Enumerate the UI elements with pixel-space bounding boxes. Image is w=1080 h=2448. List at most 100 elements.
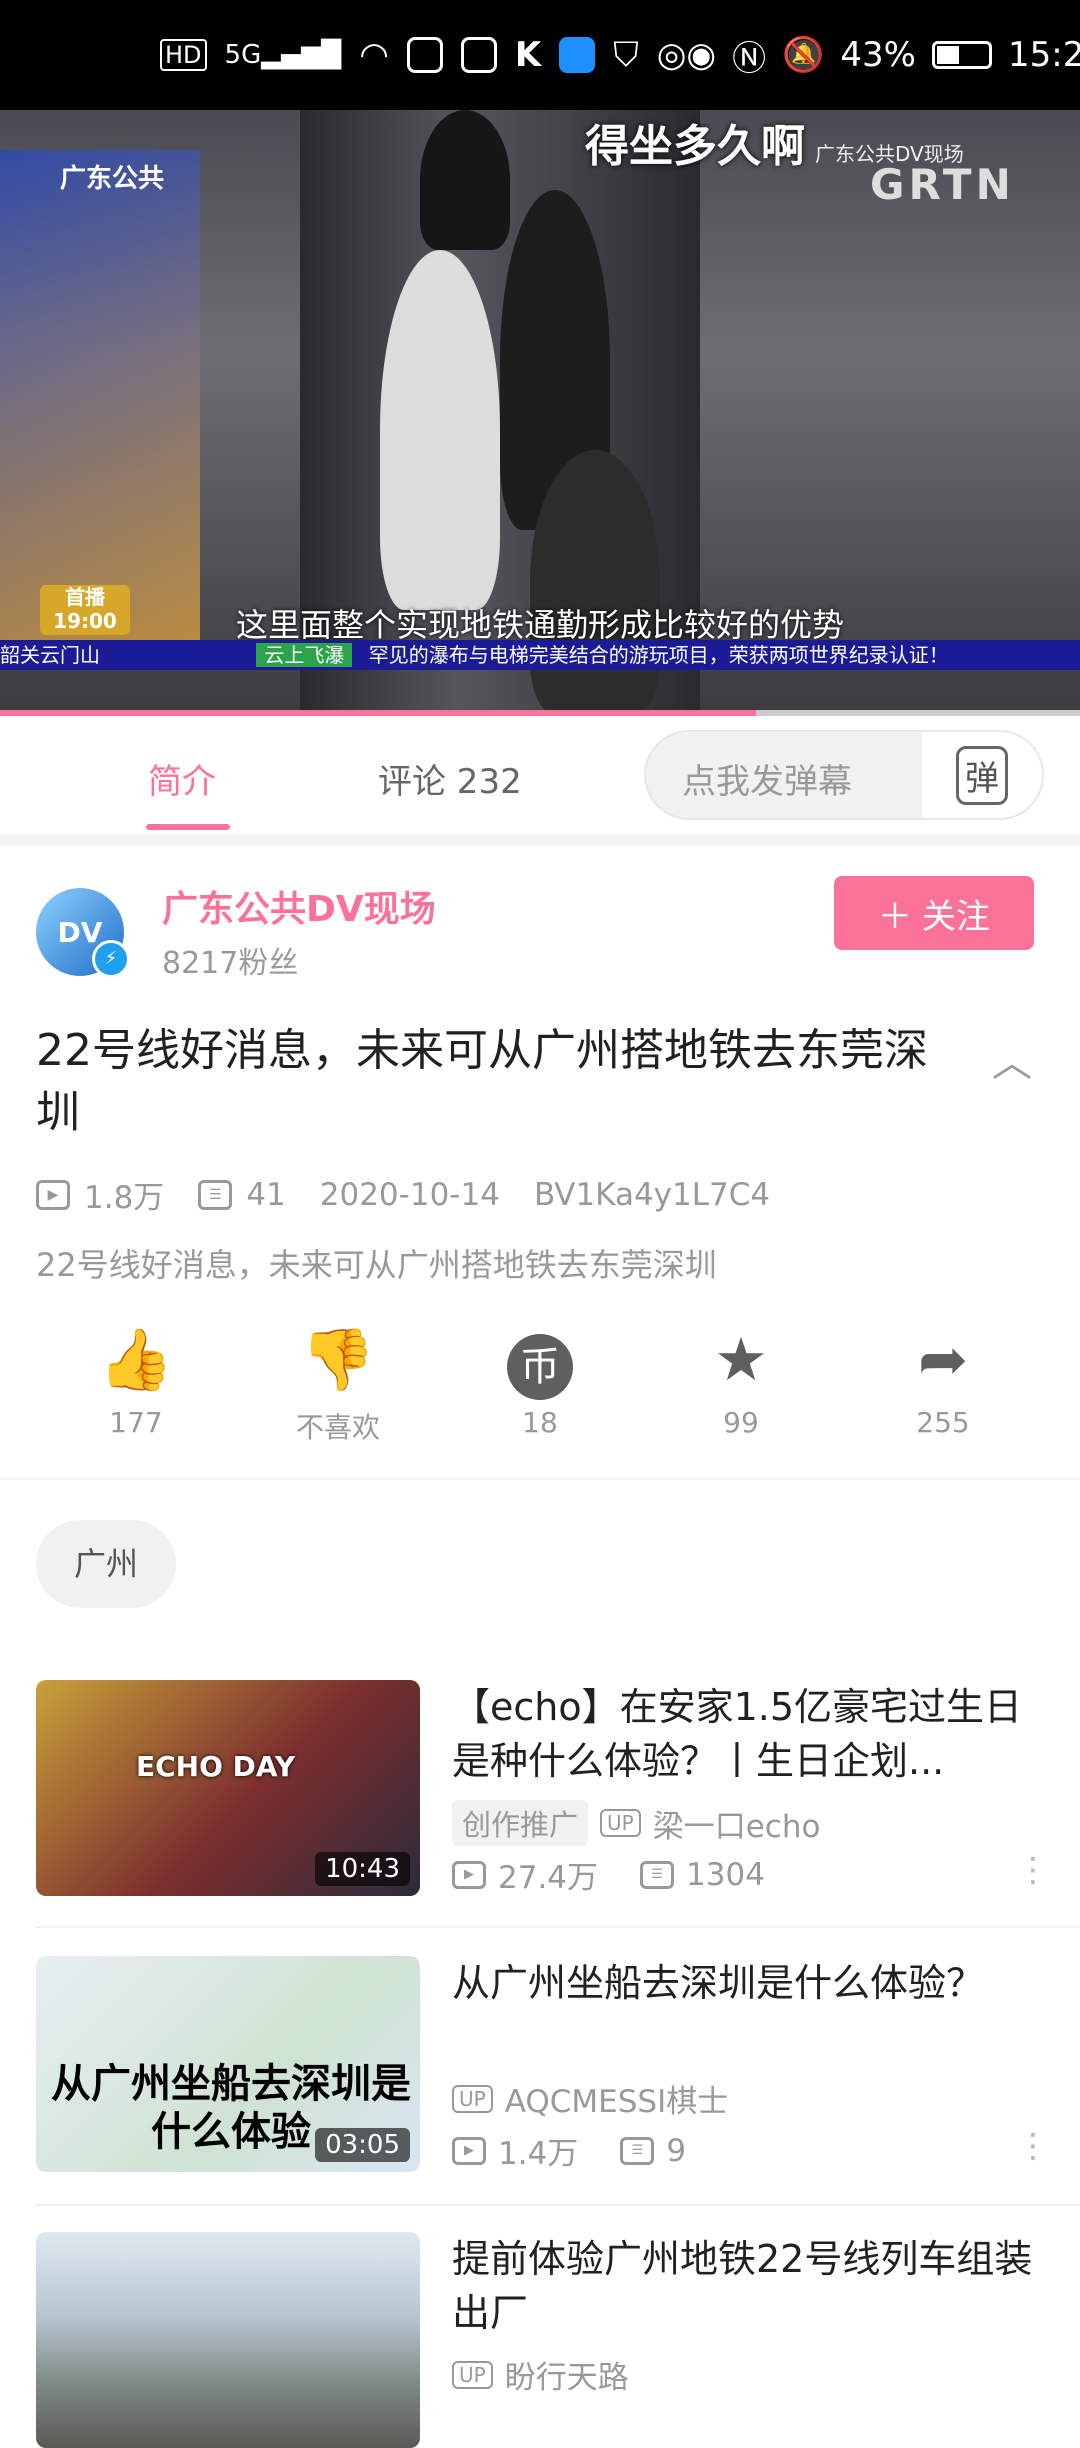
tv-alt-icon [460, 37, 497, 73]
tab-intro[interactable]: 简介 [148, 754, 216, 803]
danmaku-input[interactable]: 点我发弹幕 弹 [644, 730, 1044, 820]
favorite-count: 99 [723, 1406, 759, 1439]
coin-count: 18 [522, 1406, 558, 1439]
danmaku-count-icon: ☰ [620, 2136, 655, 2165]
ticker-text: 罕见的瀑布与电梯完美结合的游玩项目，荣获两项世界纪录认证！ [368, 643, 949, 667]
video-meta: ▶ 1.8万 ☰ 41 2020-10-14 BV1Ka4y1L7C4 [36, 1172, 770, 1217]
signal-icon: 5G▂▄▆█ [224, 40, 342, 70]
danmaku-count: 41 [246, 1176, 286, 1213]
related-author-row: UP AQCMESSI棋士 [452, 2076, 728, 2121]
more-options-icon[interactable]: ⋮ [1016, 1850, 1050, 1890]
coin-button[interactable]: 币 18 [465, 1320, 615, 1439]
wifi-icon: ◠ [359, 35, 389, 75]
like-button[interactable]: 👍 177 [61, 1320, 211, 1439]
follow-label: 关注 [922, 896, 990, 937]
star-icon: ★ [714, 1325, 768, 1395]
tag-chip[interactable]: 广州 [36, 1520, 177, 1608]
related-author-row: UP 盼行天路 [452, 2352, 629, 2397]
favorite-button[interactable]: ★ 99 [666, 1320, 816, 1439]
active-tab-indicator [146, 824, 230, 830]
divider [36, 1926, 1080, 1928]
status-right: ◉ Ⓝ 🔕 43% 15:24 [686, 31, 1080, 80]
shield-icon: ⛉ [613, 35, 639, 75]
related-stats-row: ▶ 27.4万 ☰ 1304 [452, 1852, 765, 1897]
related-title: 【echo】在安家1.5亿豪宅过生日是种什么体验？丨生日企划... [452, 1685, 1023, 1783]
chevron-up-icon[interactable]: ︿ [992, 1030, 1032, 1086]
video-news-ticker: 韶关云门山 云上飞瀑 罕见的瀑布与电梯完美结合的游玩项目，荣获两项世界纪录认证！ [0, 640, 1080, 670]
promo-badge: 创作推广 [452, 1800, 589, 1846]
related-thumbnail[interactable]: ECHO DAY 10:43 [36, 1680, 420, 1896]
share-count: 255 [916, 1406, 970, 1439]
related-author: AQCMESSI棋士 [504, 2084, 729, 2120]
view-count: 1.8万 [84, 1180, 165, 1216]
up-icon: UP [600, 1809, 641, 1837]
dislike-button[interactable]: 👎 不喜欢 [263, 1320, 413, 1446]
thumb-text: ECHO DAY [136, 1750, 296, 1783]
video-brand-logo: GRTN [870, 160, 1015, 209]
publish-date: 2020-10-14 [319, 1176, 500, 1213]
related-video-item[interactable]: 提前体验广州地铁22号线列车组装出厂 UP 盼行天路 [0, 2232, 1080, 2448]
danmaku-placeholder: 点我发弹幕 [682, 762, 852, 802]
video-player[interactable]: 广东公共 得坐多久啊 广东公共DV现场 GRTN 首播 19:00 这里面整个实… [0, 110, 1080, 715]
video-description: 22号线好消息，未来可从广州搭地铁去东莞深圳 [36, 1246, 717, 1284]
browser-icon [559, 37, 596, 73]
play-count-icon: ▶ [36, 1179, 70, 1210]
video-person [420, 110, 510, 250]
related-thumbnail[interactable] [36, 2232, 420, 2448]
thumbs-down-icon: 👎 [300, 1325, 376, 1395]
related-video-item[interactable]: 从广州坐船去深圳是什么体验 03:05 从广州坐船去深圳是什么体验？ UP AQ… [0, 1956, 1080, 2196]
video-person [380, 250, 500, 610]
eye-icon: ◉ [686, 35, 717, 75]
video-duration: 10:43 [315, 1852, 410, 1886]
up-icon: UP [452, 2360, 493, 2389]
related-author: 梁一口echo [652, 1808, 821, 1845]
ticker-prefix: 韶关云门山 [0, 643, 100, 667]
location-icon: ◎ [656, 35, 687, 75]
related-views: 27.4万 [498, 1860, 599, 1896]
like-count: 177 [109, 1406, 163, 1439]
hd-icon: HD [160, 39, 207, 71]
battery-icon [932, 41, 992, 69]
status-bar: HD 5G▂▄▆█ ◠ K ⛉ ◎ ◉ Ⓝ 🔕 43% 15:24 [0, 0, 1080, 110]
k-icon: K [514, 35, 542, 75]
uploader-name[interactable]: 广东公共DV现场 [162, 880, 436, 932]
channel-logo: 广东公共 [60, 164, 165, 194]
play-count-icon: ▶ [452, 2136, 486, 2165]
video-person [530, 450, 660, 715]
bvid: BV1Ka4y1L7C4 [533, 1176, 771, 1213]
video-top-caption: 得坐多久啊 [585, 121, 805, 172]
avatar-text: DV [57, 915, 103, 949]
danmaku-count-icon: ☰ [640, 1860, 675, 1889]
nfc-icon: Ⓝ [732, 38, 767, 79]
dislike-label: 不喜欢 [295, 1411, 380, 1444]
battery-percent: 43% [840, 35, 916, 75]
danmaku-toggle-icon[interactable]: 弹 [922, 732, 1042, 818]
follow-button[interactable]: ＋ 关注 [834, 876, 1034, 950]
mute-bell-icon: 🔕 [782, 35, 825, 75]
video-duration: 03:05 [315, 2128, 410, 2162]
related-author: 盼行天路 [504, 2360, 629, 2396]
tab-comments[interactable]: 评论 232 [378, 754, 522, 803]
related-danmaku: 1304 [686, 1856, 765, 1893]
share-button[interactable]: ➦ 255 [868, 1320, 1018, 1439]
divider [0, 1478, 1080, 1480]
related-title: 从广州坐船去深圳是什么体验？ [452, 1961, 985, 2005]
share-icon: ➦ [917, 1325, 969, 1395]
up-icon: UP [452, 2084, 493, 2113]
more-options-icon[interactable]: ⋮ [1016, 2126, 1050, 2166]
divider [36, 2204, 1080, 2206]
tv-icon [406, 37, 443, 73]
action-bar: 👍 177 👎 不喜欢 币 18 ★ 99 ➦ 255 [0, 1320, 1080, 1460]
coin-icon: 币 [465, 1320, 615, 1400]
related-thumbnail[interactable]: 从广州坐船去深圳是什么体验 03:05 [36, 1956, 420, 2172]
related-video-item[interactable]: ECHO DAY 10:43 【echo】在安家1.5亿豪宅过生日是种什么体验？… [0, 1680, 1080, 1920]
thumbs-up-icon: 👍 [98, 1325, 174, 1395]
uploader-fans: 8217粉丝 [162, 946, 299, 981]
play-count-icon: ▶ [452, 1860, 486, 1889]
plus-icon: ＋ [878, 896, 912, 937]
danmaku-count-icon: ☰ [198, 1179, 233, 1210]
danmaku-icon-text: 弹 [956, 745, 1008, 805]
related-stats-row: ▶ 1.4万 ☰ 9 [452, 2128, 686, 2173]
video-title: 22号线好消息，未来可从广州搭地铁去东莞深圳 [36, 1025, 928, 1138]
related-title: 提前体验广州地铁22号线列车组装出厂 [452, 2237, 1033, 2335]
